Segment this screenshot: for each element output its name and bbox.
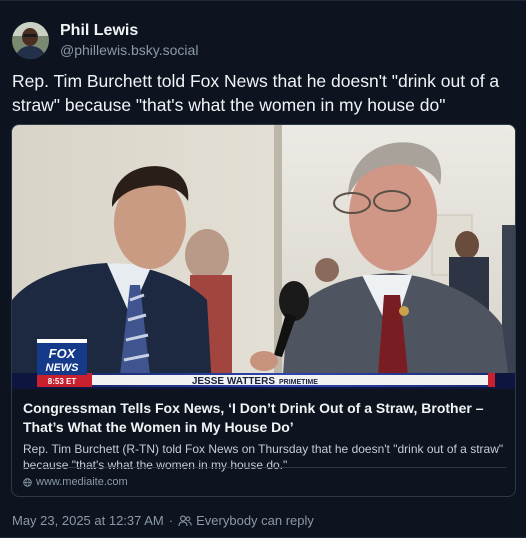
link-card-domain-text: www.mediaite.com — [36, 476, 128, 488]
author-handle[interactable]: @phillewis.bsky.social — [60, 41, 198, 60]
fox-logo-top: FOX — [49, 346, 77, 361]
post-footer: May 23, 2025 at 12:37 AM · Everybody can… — [12, 513, 314, 528]
reply-setting[interactable]: Everybody can reply — [196, 513, 314, 528]
link-card-divider — [23, 467, 506, 468]
post-timestamp: May 23, 2025 at 12:37 AM — [12, 513, 164, 528]
post-header: Phil Lewis @phillewis.bsky.social — [12, 21, 198, 60]
link-card-title: Congressman Tells Fox News, ‘I Don’t Dri… — [23, 400, 484, 435]
footer-separator: · — [168, 513, 174, 528]
link-card-description: Rep. Tim Burchett (R-TN) told Fox News o… — [23, 442, 504, 472]
author-display-name[interactable]: Phil Lewis — [60, 21, 198, 41]
author-names: Phil Lewis @phillewis.bsky.social — [60, 21, 198, 60]
post: Phil Lewis @phillewis.bsky.social Rep. T… — [0, 0, 526, 538]
link-card[interactable]: FOX NEWS 8:53 ET JESSE WATTERS PRIMETIME… — [11, 124, 516, 497]
link-card-thumbnail: FOX NEWS 8:53 ET JESSE WATTERS PRIMETIME — [12, 125, 515, 389]
avatar[interactable] — [12, 22, 49, 59]
link-card-body: Congressman Tells Fox News, ‘I Don’t Dri… — [12, 389, 515, 496]
post-text: Rep. Tim Burchett told Fox News that he … — [12, 71, 500, 115]
people-icon — [178, 515, 192, 526]
chyron-time: 8:53 ET — [48, 377, 77, 386]
globe-icon — [23, 477, 32, 487]
fox-logo-bottom: NEWS — [46, 362, 80, 374]
chyron-show-suffix: PRIMETIME — [279, 379, 318, 386]
chyron-show: JESSE WATTERS — [192, 376, 275, 387]
link-card-domain: www.mediaite.com — [23, 476, 128, 488]
